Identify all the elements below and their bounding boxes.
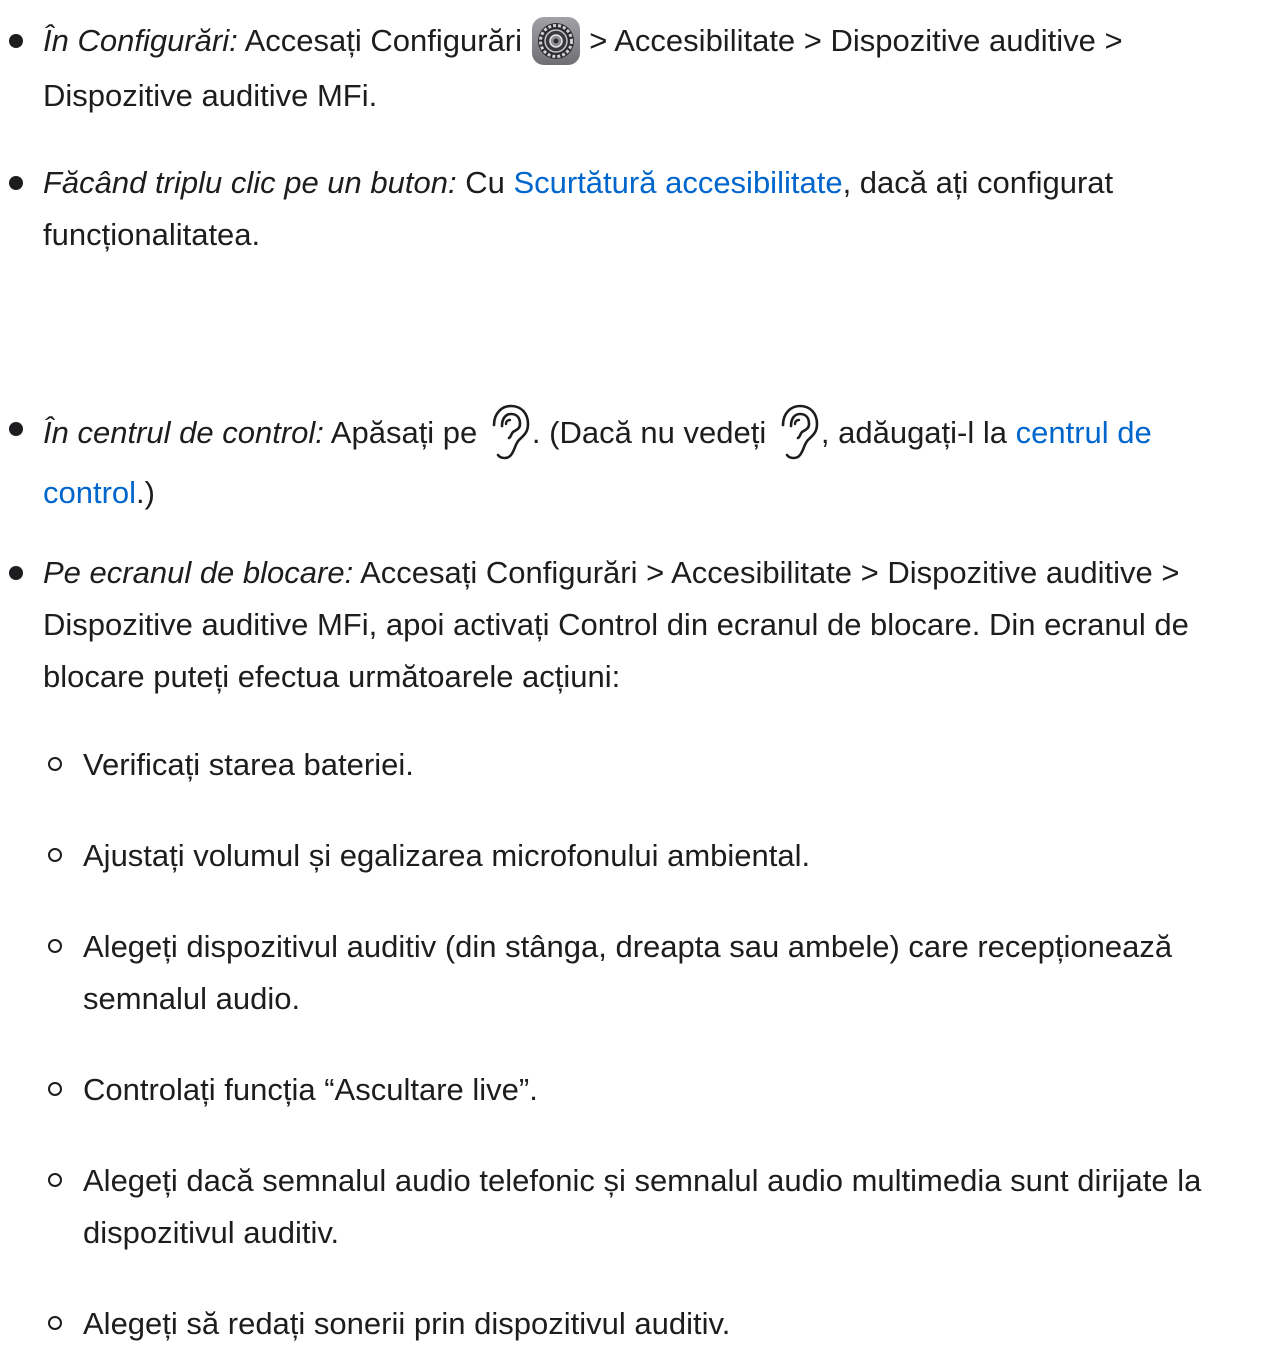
method-label: Pe ecranul de blocare: — [43, 555, 354, 590]
bullet — [9, 34, 23, 48]
hearing-ear-icon — [486, 403, 532, 467]
hollow-bullet — [48, 848, 62, 862]
bullet — [9, 176, 23, 190]
method-settings: În Configurări: Accesați Configurări > A… — [0, 15, 1262, 122]
method-triple-click-text: Făcând triplu clic pe un buton: Cu Scurt… — [43, 165, 1114, 252]
method-lock-screen-text: Pe ecranul de blocare: Accesați Configur… — [43, 555, 1189, 694]
hollow-bullet — [48, 939, 62, 953]
method-label: Făcând triplu clic pe un buton: — [43, 165, 457, 200]
hollow-bullet — [48, 1173, 62, 1187]
hollow-bullet — [48, 757, 62, 771]
list-item: Alegeți dispozitivul auditiv (din stânga… — [0, 921, 1262, 1025]
list-item: Verificați starea bateriei. — [0, 739, 1262, 791]
hearing-ear-icon — [775, 403, 821, 467]
method-lock-screen: Pe ecranul de blocare: Accesați Configur… — [0, 547, 1262, 703]
method-triple-click: Făcând triplu clic pe un buton: Cu Scurt… — [0, 157, 1262, 261]
method-settings-text: În Configurări: Accesați Configurări > A… — [43, 15, 1262, 122]
method-label: În centrul de control: — [43, 415, 324, 451]
list-item: Alegeți să redați sonerii prin dispoziti… — [0, 1298, 1262, 1350]
accessibility-shortcut-link[interactable]: Scurtătură accesibilitate — [513, 165, 842, 200]
method-control-center-text: În centrul de control: Apăsați pe . (Dac… — [43, 403, 1262, 519]
bullet — [9, 422, 23, 436]
list-item: Ajustați volumul și egalizarea microfonu… — [0, 830, 1262, 882]
hollow-bullet — [48, 1316, 62, 1330]
list-item: Alegeți dacă semnalul audio telefonic și… — [0, 1155, 1262, 1259]
bullet — [9, 566, 23, 580]
list-item: Controlați funcția “Ascultare live”. — [0, 1064, 1262, 1116]
settings-gear-icon — [531, 16, 581, 70]
method-control-center: În centrul de control: Apăsați pe . (Dac… — [0, 403, 1262, 519]
method-label: În Configurări: — [43, 23, 238, 58]
hollow-bullet — [48, 1082, 62, 1096]
